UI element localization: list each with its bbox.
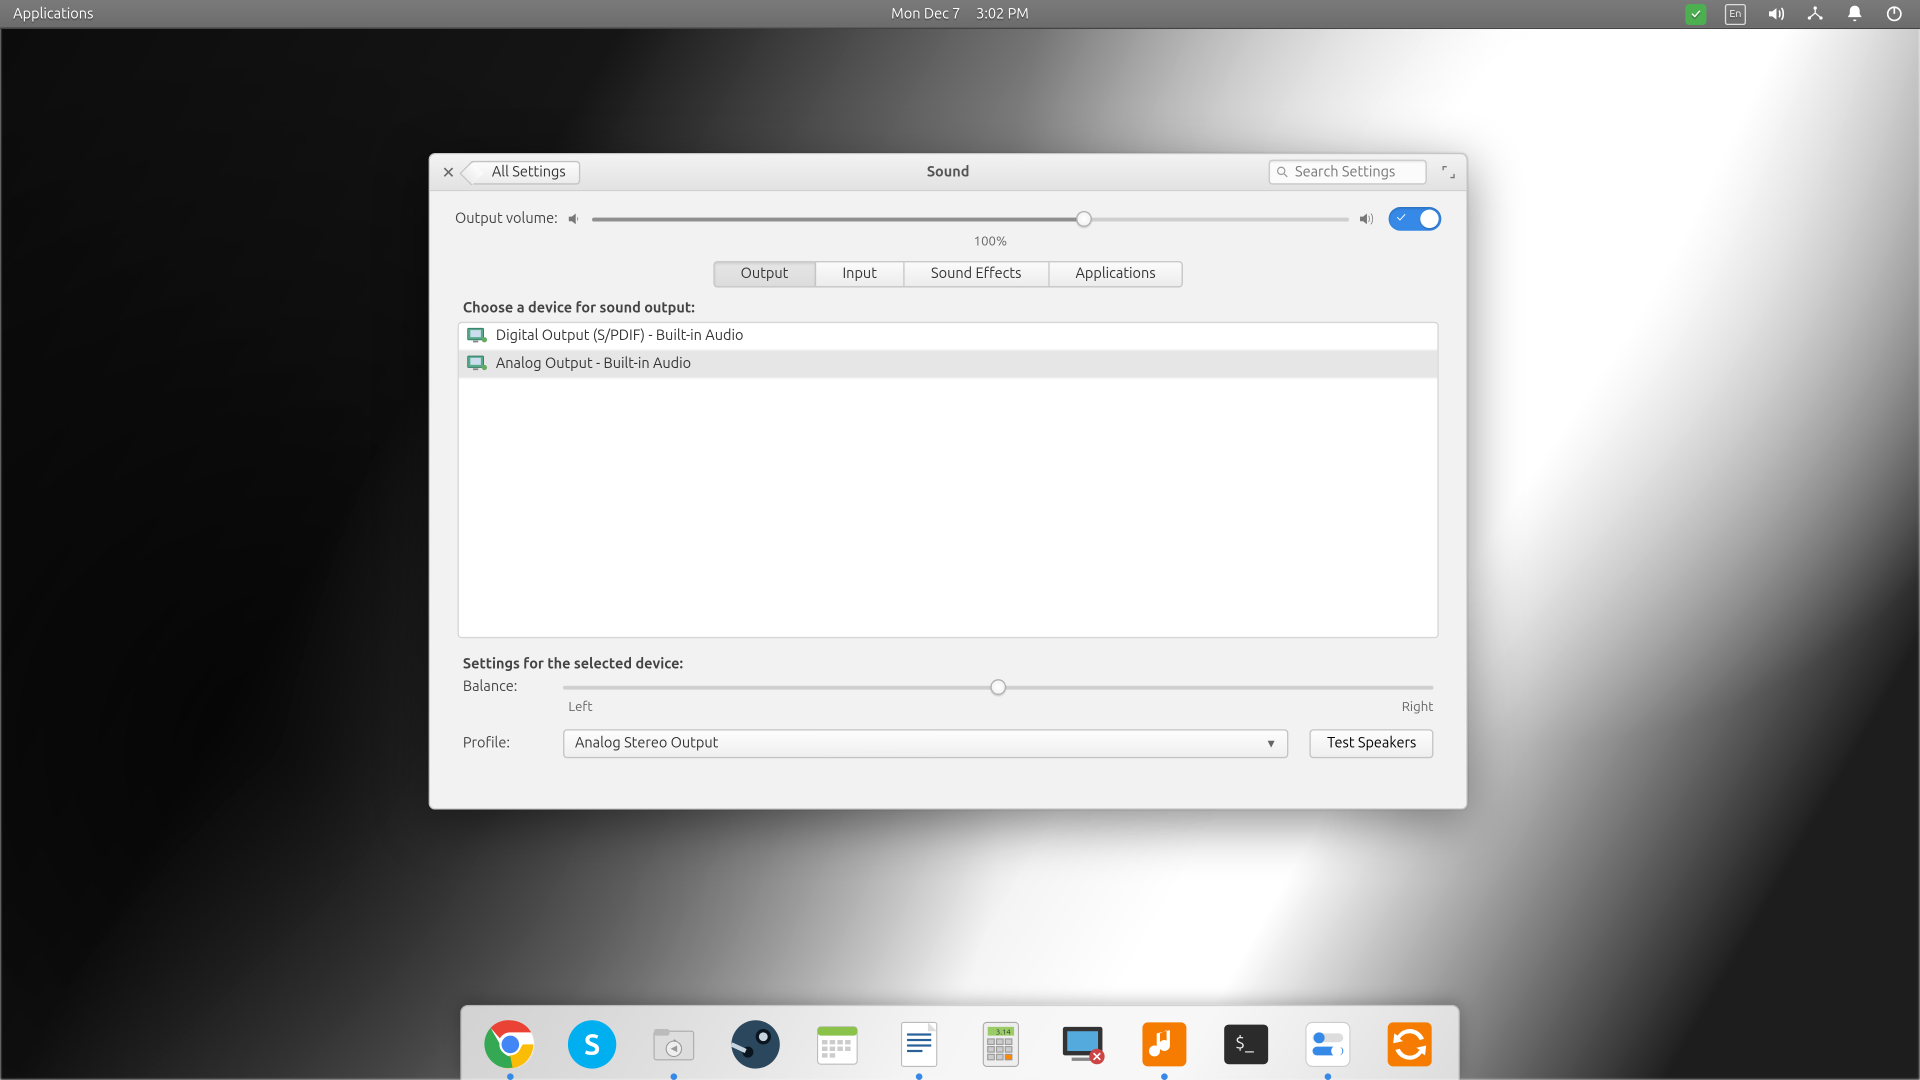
keyboard-layout-indicator[interactable]: En bbox=[1725, 3, 1746, 24]
device-row[interactable]: Analog Output - Built-in Audio bbox=[459, 351, 1437, 379]
dock-screenshot[interactable] bbox=[1052, 1014, 1113, 1075]
output-volume-label: Output volume: bbox=[455, 211, 558, 227]
dock-switchboard[interactable] bbox=[1298, 1014, 1359, 1075]
dock-libreoffice-writer[interactable] bbox=[889, 1014, 950, 1075]
dock: S 3.14 $_ bbox=[460, 1005, 1460, 1080]
chevron-down-icon: ▼ bbox=[1265, 737, 1277, 750]
balance-slider[interactable] bbox=[563, 678, 1433, 696]
volume-high-icon bbox=[1357, 210, 1375, 228]
network-indicator-icon[interactable] bbox=[1804, 3, 1825, 24]
output-volume-percent: 100% bbox=[964, 233, 1017, 248]
window-titlebar[interactable]: ✕ All Settings Sound bbox=[430, 154, 1466, 191]
svg-text:3.14: 3.14 bbox=[996, 1029, 1011, 1037]
dock-files[interactable] bbox=[644, 1014, 705, 1075]
volume-low-icon bbox=[566, 210, 584, 228]
dock-music[interactable] bbox=[1134, 1014, 1195, 1075]
dock-calendar[interactable] bbox=[807, 1014, 868, 1075]
search-input[interactable] bbox=[1295, 164, 1414, 180]
device-settings-heading: Settings for the selected device: bbox=[463, 657, 1420, 673]
balance-left-label: Left bbox=[568, 699, 592, 714]
top-panel: Applications Mon Dec 7 3:02 PM ✓ En bbox=[0, 0, 1920, 29]
maximize-button[interactable] bbox=[1437, 162, 1458, 183]
volume-indicator-icon[interactable] bbox=[1764, 3, 1785, 24]
dock-terminal[interactable]: $_ bbox=[1216, 1014, 1277, 1075]
power-icon[interactable] bbox=[1883, 3, 1904, 24]
profile-label: Profile: bbox=[463, 736, 542, 752]
tab-sound-effects[interactable]: Sound Effects bbox=[905, 262, 1049, 286]
output-mute-toggle[interactable] bbox=[1389, 207, 1442, 231]
panel-time[interactable]: 3:02 PM bbox=[976, 6, 1029, 22]
output-volume-slider[interactable] bbox=[592, 210, 1349, 228]
dock-skype[interactable]: S bbox=[562, 1014, 623, 1075]
search-icon bbox=[1275, 165, 1290, 180]
balance-right-label: Right bbox=[1402, 699, 1434, 714]
svg-text:S: S bbox=[584, 1028, 600, 1060]
update-ok-icon[interactable]: ✓ bbox=[1685, 3, 1706, 24]
tab-output[interactable]: Output bbox=[714, 262, 816, 286]
balance-label: Balance: bbox=[463, 679, 542, 695]
device-name: Analog Output - Built-in Audio bbox=[496, 356, 691, 372]
device-name: Digital Output (S/PDIF) - Built-in Audio bbox=[496, 328, 744, 344]
profile-selected-value: Analog Stereo Output bbox=[575, 736, 718, 752]
notifications-icon[interactable] bbox=[1844, 3, 1865, 24]
close-button[interactable]: ✕ bbox=[438, 162, 459, 183]
sound-tabs: OutputInputSound EffectsApplications bbox=[713, 261, 1183, 287]
dock-steam[interactable] bbox=[725, 1014, 786, 1075]
dock-chrome[interactable] bbox=[480, 1014, 541, 1075]
window-title: Sound bbox=[927, 164, 970, 180]
svg-text:$_: $_ bbox=[1235, 1034, 1254, 1053]
choose-device-label: Choose a device for sound output: bbox=[463, 301, 1434, 317]
profile-dropdown[interactable]: Analog Stereo Output ▼ bbox=[563, 729, 1289, 758]
output-device-list[interactable]: Digital Output (S/PDIF) - Built-in Audio… bbox=[458, 322, 1439, 638]
tab-applications[interactable]: Applications bbox=[1049, 262, 1182, 286]
applications-menu[interactable]: Applications bbox=[0, 6, 107, 22]
device-row[interactable]: Digital Output (S/PDIF) - Built-in Audio bbox=[459, 323, 1437, 351]
dock-update[interactable] bbox=[1379, 1014, 1440, 1075]
search-settings-field[interactable] bbox=[1269, 160, 1427, 185]
test-speakers-button[interactable]: Test Speakers bbox=[1310, 729, 1433, 758]
panel-date[interactable]: Mon Dec 7 bbox=[891, 6, 960, 22]
dock-calculator[interactable]: 3.14 bbox=[971, 1014, 1032, 1075]
all-settings-back-button[interactable]: All Settings bbox=[469, 160, 580, 184]
sound-settings-window: ✕ All Settings Sound Output volume: bbox=[429, 153, 1468, 810]
tab-input[interactable]: Input bbox=[816, 262, 905, 286]
